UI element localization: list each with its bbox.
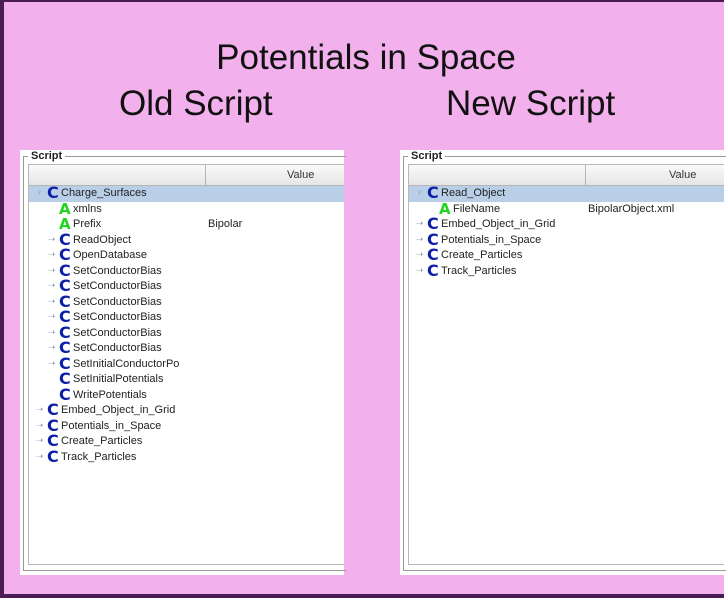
tree-row-label: Potentials_in_Space (441, 233, 542, 246)
tree-row[interactable]: C WritePotentials (29, 384, 344, 404)
handle-collapsed-icon[interactable]: ➝ (47, 265, 56, 275)
handle-collapsed-icon[interactable]: ➝ (35, 451, 44, 461)
tree-row[interactable]: Axmlns (29, 201, 344, 218)
handle-collapsed-icon[interactable]: ➝ (35, 436, 44, 445)
tree-row-label: Create_Particles (61, 435, 143, 447)
handle-expanded-icon[interactable]: ♀ (35, 188, 44, 197)
new-script-heading: New Script (446, 84, 616, 123)
table-header: Value (29, 165, 344, 186)
tree-row[interactable]: ➝ C SetConductorBias (29, 309, 344, 326)
tree-row[interactable]: ➝ C Embed_Object_in_Grid (409, 216, 724, 233)
tree-row-label: Read_Object (441, 187, 506, 199)
class-c-icon: C (47, 446, 59, 466)
tree-row[interactable]: A FileName BipolarObject.xml (409, 199, 724, 218)
tree-row[interactable]: ➝ C Track_Particles (29, 446, 344, 466)
tree-row[interactable]: ➝ C SetConductorBias (29, 340, 344, 357)
value-column-header[interactable]: Value (669, 169, 696, 181)
tree-row[interactable]: A Prefix Bipolar (29, 216, 344, 233)
tree-row-label: Prefix (73, 218, 102, 230)
tree-row-value[interactable]: Bipolar (208, 218, 242, 230)
column-separator[interactable] (585, 165, 586, 185)
script-group-label: Script (408, 150, 446, 162)
tree-row[interactable]: ➝ C OpenDatabase (29, 247, 344, 264)
tree-row[interactable]: ➝ C SetConductorBias (29, 262, 344, 280)
tree-row-label: SetConductorBias (73, 295, 162, 308)
handle-collapsed-icon[interactable]: ➝ (35, 405, 44, 414)
old-script-panel: Script Value ♀ C Charge_Surfaces Axmlns A Pre… (20, 150, 346, 575)
tree-rows: ♀ C Charge_Surfaces Axmlns A Prefix Bipolar ➝ C R… (29, 183, 344, 466)
tree-row[interactable]: ➝ C Create_Particles (29, 433, 344, 450)
script-tree-table[interactable]: Value ♀ C Charge_Surfaces Axmlns A Prefix Bipo… (28, 164, 344, 565)
tree-row-label: Track_Particles (441, 264, 517, 277)
tree-row[interactable]: ♀ C Read_Object (409, 183, 724, 202)
tree-row[interactable]: ➝ C ReadObject (29, 231, 344, 249)
table-header: Value (409, 165, 724, 186)
tree-row-label: SetConductorBias (73, 264, 162, 277)
column-separator[interactable] (205, 165, 206, 185)
script-tree-table[interactable]: Value ♀ C Read_Object A FileName BipolarObjec… (408, 164, 724, 565)
tree-rows: ♀ C Read_Object A FileName BipolarObject.xml ➝… (409, 183, 724, 280)
tree-row-label: Embed_Object_in_Grid (61, 404, 176, 416)
tree-row-value[interactable]: BipolarObject.xml (588, 203, 674, 215)
class-c-icon: C (427, 260, 439, 280)
tree-row-label: Track_Particles (61, 450, 137, 463)
tree-row[interactable]: C SetInitialPotentials (29, 371, 344, 388)
handle-collapsed-icon[interactable]: ➝ (47, 250, 56, 259)
tree-row-label: Charge_Surfaces (61, 187, 147, 199)
handle-collapsed-icon[interactable]: ➝ (47, 358, 56, 368)
value-column-header[interactable]: Value (287, 169, 314, 181)
tree-row[interactable]: ➝ C Potentials_in_Space (409, 231, 724, 249)
tree-row[interactable]: ➝ C Embed_Object_in_Grid (29, 402, 344, 419)
tree-row-label: Embed_Object_in_Grid (441, 218, 556, 230)
class-c-icon: C (47, 183, 59, 202)
tree-row[interactable]: ♀ C Charge_Surfaces (29, 183, 344, 202)
tree-row-label: SetConductorBias (73, 280, 162, 292)
tree-row[interactable]: ➝ C Track_Particles (409, 260, 724, 280)
tree-row[interactable]: ➝ C Create_Particles (409, 247, 724, 264)
tree-row-label: FileName (453, 202, 501, 215)
class-c-icon: C (427, 183, 439, 202)
tree-row-label: xmlns (73, 202, 102, 215)
tree-row-label: Create_Particles (441, 249, 523, 261)
tree-row[interactable]: ➝ C SetConductorBias (29, 324, 344, 342)
tree-row[interactable]: ➝ C SetConductorBias (29, 293, 344, 311)
handle-collapsed-icon[interactable]: ➝ (415, 250, 424, 259)
slide-title: Potentials in Space (216, 38, 516, 77)
attribute-a-icon: A (439, 199, 451, 218)
tree-row-label: SetInitialPotentials (73, 373, 164, 385)
handle-collapsed-icon[interactable]: ➝ (47, 343, 56, 352)
handle-collapsed-icon[interactable]: ➝ (35, 420, 44, 430)
tree-row-label: ReadObject (73, 233, 132, 246)
tree-row[interactable]: ➝ C SetInitialConductorPo (29, 355, 344, 373)
class-c-icon: C (59, 384, 71, 404)
tree-row-label: OpenDatabase (73, 249, 147, 261)
tree-row[interactable]: ➝ C SetConductorBias (29, 278, 344, 295)
handle-collapsed-icon[interactable]: ➝ (47, 234, 56, 244)
tree-row-label: SetInitialConductorPo (73, 357, 180, 370)
tree-row-label: SetConductorBias (73, 342, 162, 354)
handle-collapsed-icon[interactable]: ➝ (47, 312, 56, 321)
new-script-panel: Script Value ♀ C Read_Object A FileName Bipol… (400, 150, 726, 575)
tree-row[interactable]: ➝ C Potentials_in_Space (29, 417, 344, 435)
script-group-label: Script (28, 150, 66, 162)
tree-row-label: SetConductorBias (73, 311, 162, 323)
handle-collapsed-icon[interactable]: ➝ (47, 327, 56, 337)
handle-collapsed-icon[interactable]: ➝ (415, 234, 424, 244)
tree-row-label: SetConductorBias (73, 326, 162, 339)
handle-collapsed-icon[interactable]: ➝ (47, 296, 56, 306)
tree-row-label: WritePotentials (73, 388, 147, 401)
handle-collapsed-icon[interactable]: ➝ (47, 281, 56, 290)
handle-expanded-icon[interactable]: ♀ (415, 188, 424, 197)
old-script-heading: Old Script (119, 84, 273, 123)
tree-row-label: Potentials_in_Space (61, 419, 162, 432)
handle-collapsed-icon[interactable]: ➝ (415, 265, 424, 275)
handle-collapsed-icon[interactable]: ➝ (415, 219, 424, 228)
